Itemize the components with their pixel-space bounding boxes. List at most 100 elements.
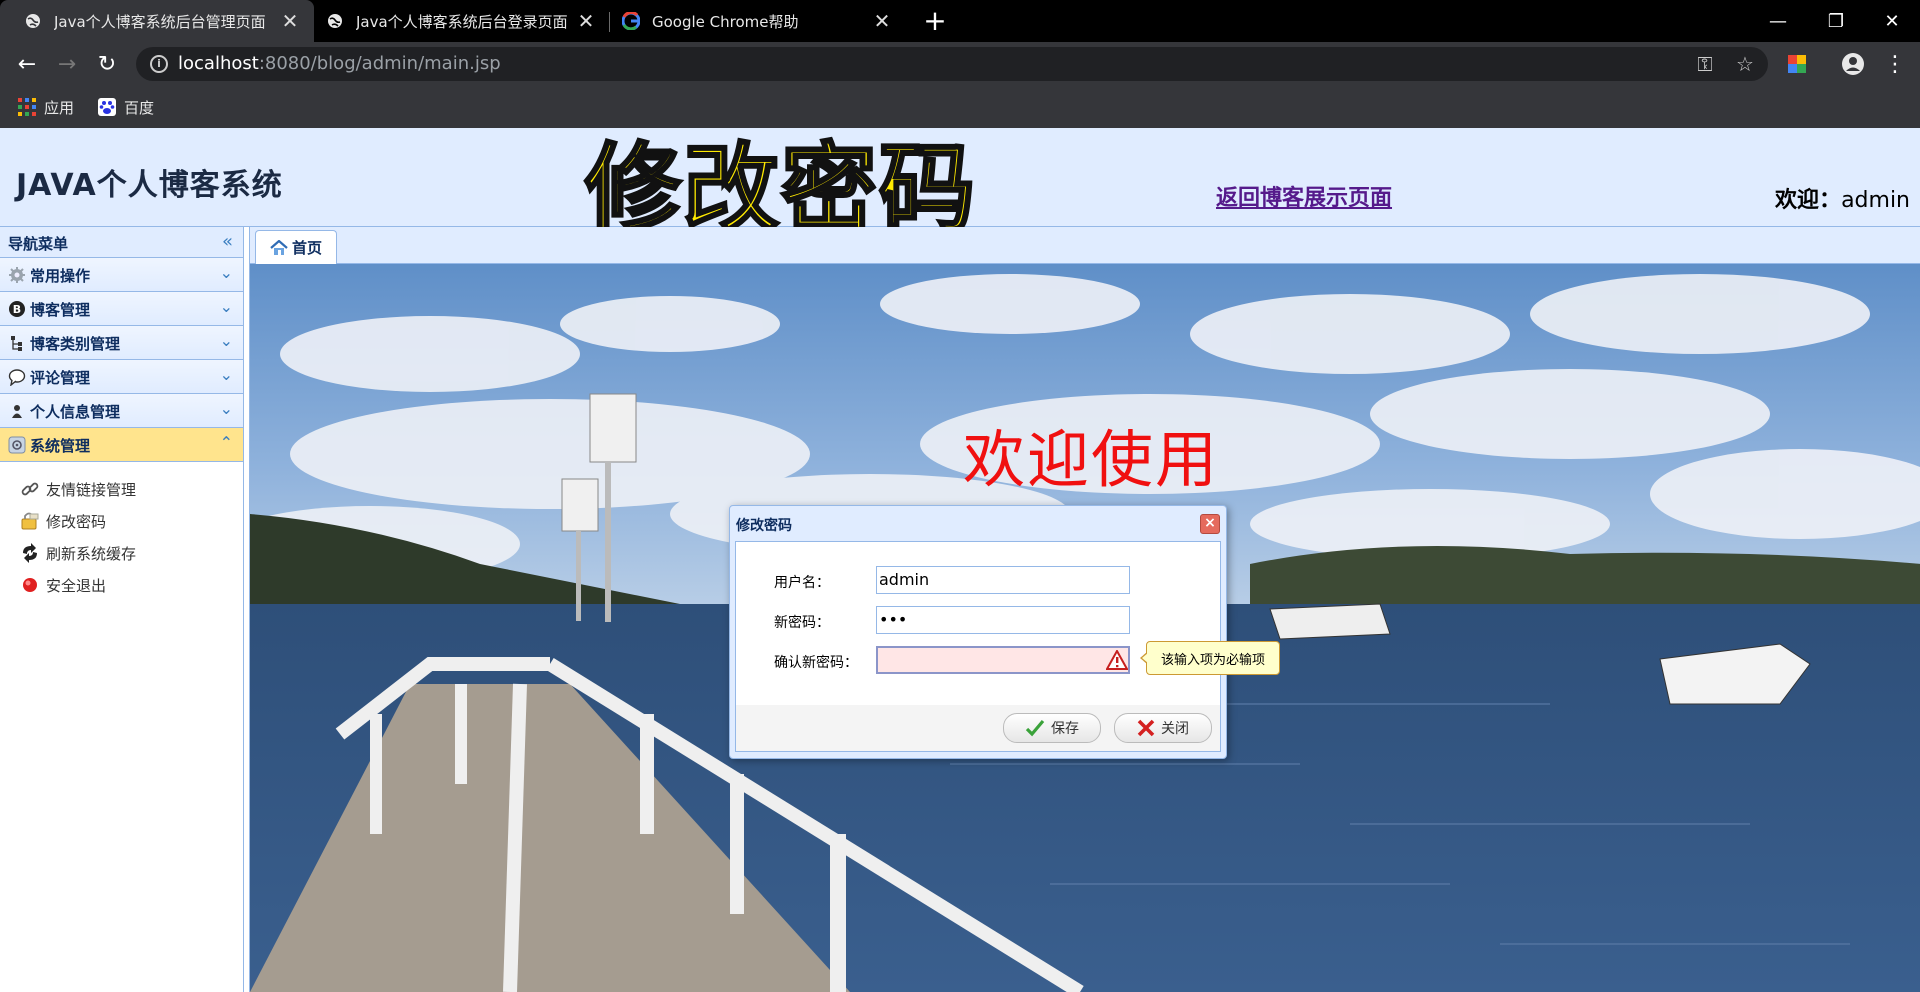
close-label: 关闭 (1161, 721, 1189, 737)
extension-icon[interactable] (1782, 49, 1812, 79)
minimize-icon[interactable]: — (1748, 0, 1808, 42)
confirm-password-label: 确认新密码： (774, 655, 858, 671)
close-button[interactable]: 关闭 (1114, 713, 1212, 743)
info-icon[interactable]: i (150, 55, 168, 73)
double-chevron-down-icon[interactable]: ⌄ (220, 263, 233, 282)
validation-tooltip: 该输入项为必输项 (1140, 641, 1280, 675)
address-bar[interactable]: i localhost:8080/blog/admin/main.jsp ⚿ ☆ (136, 47, 1768, 81)
new-password-label: 新密码： (774, 615, 830, 631)
close-tab-icon[interactable]: ✕ (278, 9, 302, 33)
bookmark-label: 应用 (44, 98, 75, 117)
close-tab-icon[interactable]: ✕ (870, 9, 894, 33)
bookmark-baidu[interactable]: 百度 (98, 94, 154, 120)
double-chevron-down-icon[interactable]: ⌄ (220, 331, 233, 350)
tree-icon (8, 334, 26, 352)
sidebar-section-label: 个人信息管理 (30, 403, 121, 421)
tab-home-label: 首页 (291, 239, 322, 257)
user-icon (8, 402, 26, 420)
dialog-title: 修改密码 (736, 518, 792, 534)
lock-icon (20, 511, 40, 531)
menu-dots-icon[interactable]: ⋮ (1880, 49, 1910, 79)
dialog-buttons: 保存 关闭 (735, 705, 1221, 752)
sidebar-item-label: 友情链接管理 (46, 480, 137, 499)
nav-sidebar: 导航菜单 « 常用操作 ⌄ B 博客管理 ⌄ 博客类别管理 ⌄ 评论管理 ⌄ 个… (0, 227, 244, 992)
close-tab-icon[interactable]: ✕ (574, 9, 598, 33)
sidebar-section-label: 评论管理 (30, 369, 91, 387)
username-field[interactable]: admin (876, 566, 1130, 594)
sidebar-item-refresh-cache[interactable]: 刷新系统缓存 (20, 540, 136, 566)
welcome-user: 欢迎：admin (1775, 182, 1910, 214)
forward-arrow-icon[interactable]: → (52, 49, 82, 79)
apps-grid-icon (18, 98, 36, 116)
url-host: localhost (178, 53, 259, 74)
sidebar-section-label: 博客管理 (30, 301, 91, 319)
welcome-label: 欢迎： (1775, 188, 1842, 213)
browser-tab-2[interactable]: Java个人博客系统后台登录页面 ✕ (314, 0, 610, 42)
sidebar-section-common[interactable]: 常用操作 ⌄ (0, 258, 243, 292)
save-button[interactable]: 保存 (1003, 713, 1101, 743)
google-icon (622, 12, 640, 30)
page-header: JAVA个人博客系统 修改密码 返回博客展示页面 欢迎：admin (0, 128, 1920, 246)
double-chevron-up-icon[interactable]: ⌃ (220, 433, 233, 452)
profile-icon[interactable] (1838, 49, 1868, 79)
restore-icon[interactable]: ❐ (1806, 0, 1866, 42)
new-password-row: 新密码： ••• (736, 606, 1220, 636)
check-icon (1025, 719, 1045, 737)
comment-icon (8, 368, 26, 386)
tab-home[interactable]: 首页 (255, 230, 337, 264)
star-icon[interactable]: ☆ (1732, 51, 1758, 77)
link-icon (20, 479, 40, 499)
sidebar-section-label: 博客类别管理 (30, 335, 121, 353)
bookmarks-bar: 应用 百度 (0, 86, 1920, 129)
key-icon[interactable]: ⚿ (1692, 51, 1718, 77)
sidebar-section-comments[interactable]: 评论管理 ⌄ (0, 360, 243, 394)
sidebar-section-system[interactable]: 系统管理 ⌃ (0, 428, 243, 462)
confirm-password-field[interactable] (876, 646, 1130, 674)
browser-tab-3[interactable]: Google Chrome帮助 ✕ (610, 0, 906, 42)
bookmark-label: 百度 (124, 98, 155, 117)
sidebar-section-label: 常用操作 (30, 267, 91, 285)
username-label: 用户名： (774, 575, 830, 591)
save-label: 保存 (1051, 721, 1079, 737)
sidebar-header: 导航菜单 « (0, 227, 243, 258)
dialog-form: 用户名： admin 新密码： ••• 确认新密码： (735, 541, 1221, 706)
change-password-dialog: 修改密码 × 用户名： admin 新密码： ••• 确认新密码： 保存 关闭 (729, 505, 1227, 759)
sidebar-item-change-password[interactable]: 修改密码 (20, 508, 106, 534)
home-icon (270, 239, 288, 256)
exit-icon (20, 575, 40, 595)
double-chevron-down-icon[interactable]: ⌄ (220, 297, 233, 316)
url-path: :8080/blog/admin/main.jsp (258, 53, 501, 74)
sidebar-item-label: 刷新系统缓存 (46, 544, 137, 563)
back-arrow-icon[interactable]: ← (12, 49, 42, 79)
globe-icon (24, 12, 42, 30)
sidebar-item-logout[interactable]: 安全退出 (20, 572, 106, 598)
sidebar-section-blog[interactable]: B 博客管理 ⌄ (0, 292, 243, 326)
dialog-header: 修改密码 × (730, 506, 1226, 540)
svg-text:B: B (13, 303, 21, 316)
sidebar-item-friend-links[interactable]: 友情链接管理 (20, 476, 136, 502)
blog-icon: B (8, 300, 26, 318)
globe-icon (326, 12, 344, 30)
welcome-banner: 欢迎使用 (963, 423, 1220, 496)
double-chevron-left-icon[interactable]: « (222, 231, 233, 252)
tab-title: Google Chrome帮助 (652, 12, 799, 31)
refresh-icon (20, 543, 40, 563)
new-password-field[interactable]: ••• (876, 606, 1130, 634)
double-chevron-down-icon[interactable]: ⌄ (220, 399, 233, 418)
tab-title: Java个人博客系统后台登录页面 (356, 12, 568, 31)
browser-tabstrip: Java个人博客系统后台管理页面 ✕ Java个人博客系统后台登录页面 ✕ Go… (0, 0, 1920, 42)
username-row: 用户名： admin (736, 566, 1220, 596)
double-chevron-down-icon[interactable]: ⌄ (220, 365, 233, 384)
close-icon[interactable]: × (1200, 514, 1220, 534)
close-window-icon[interactable]: ✕ (1862, 0, 1920, 42)
back-to-blog-link[interactable]: 返回博客展示页面 (1216, 180, 1392, 212)
sidebar-section-profile[interactable]: 个人信息管理 ⌄ (0, 394, 243, 428)
bookmark-apps[interactable]: 应用 (18, 94, 74, 120)
url-text[interactable]: localhost:8080/blog/admin/main.jsp (178, 53, 501, 74)
sidebar-section-blog-category[interactable]: 博客类别管理 ⌄ (0, 326, 243, 360)
reload-icon[interactable]: ↻ (92, 49, 122, 79)
browser-tab-1[interactable]: Java个人博客系统后台管理页面 ✕ (0, 0, 314, 42)
new-tab-button[interactable]: + (920, 6, 950, 36)
welcome-username: admin (1841, 188, 1910, 213)
system-icon (8, 436, 26, 454)
